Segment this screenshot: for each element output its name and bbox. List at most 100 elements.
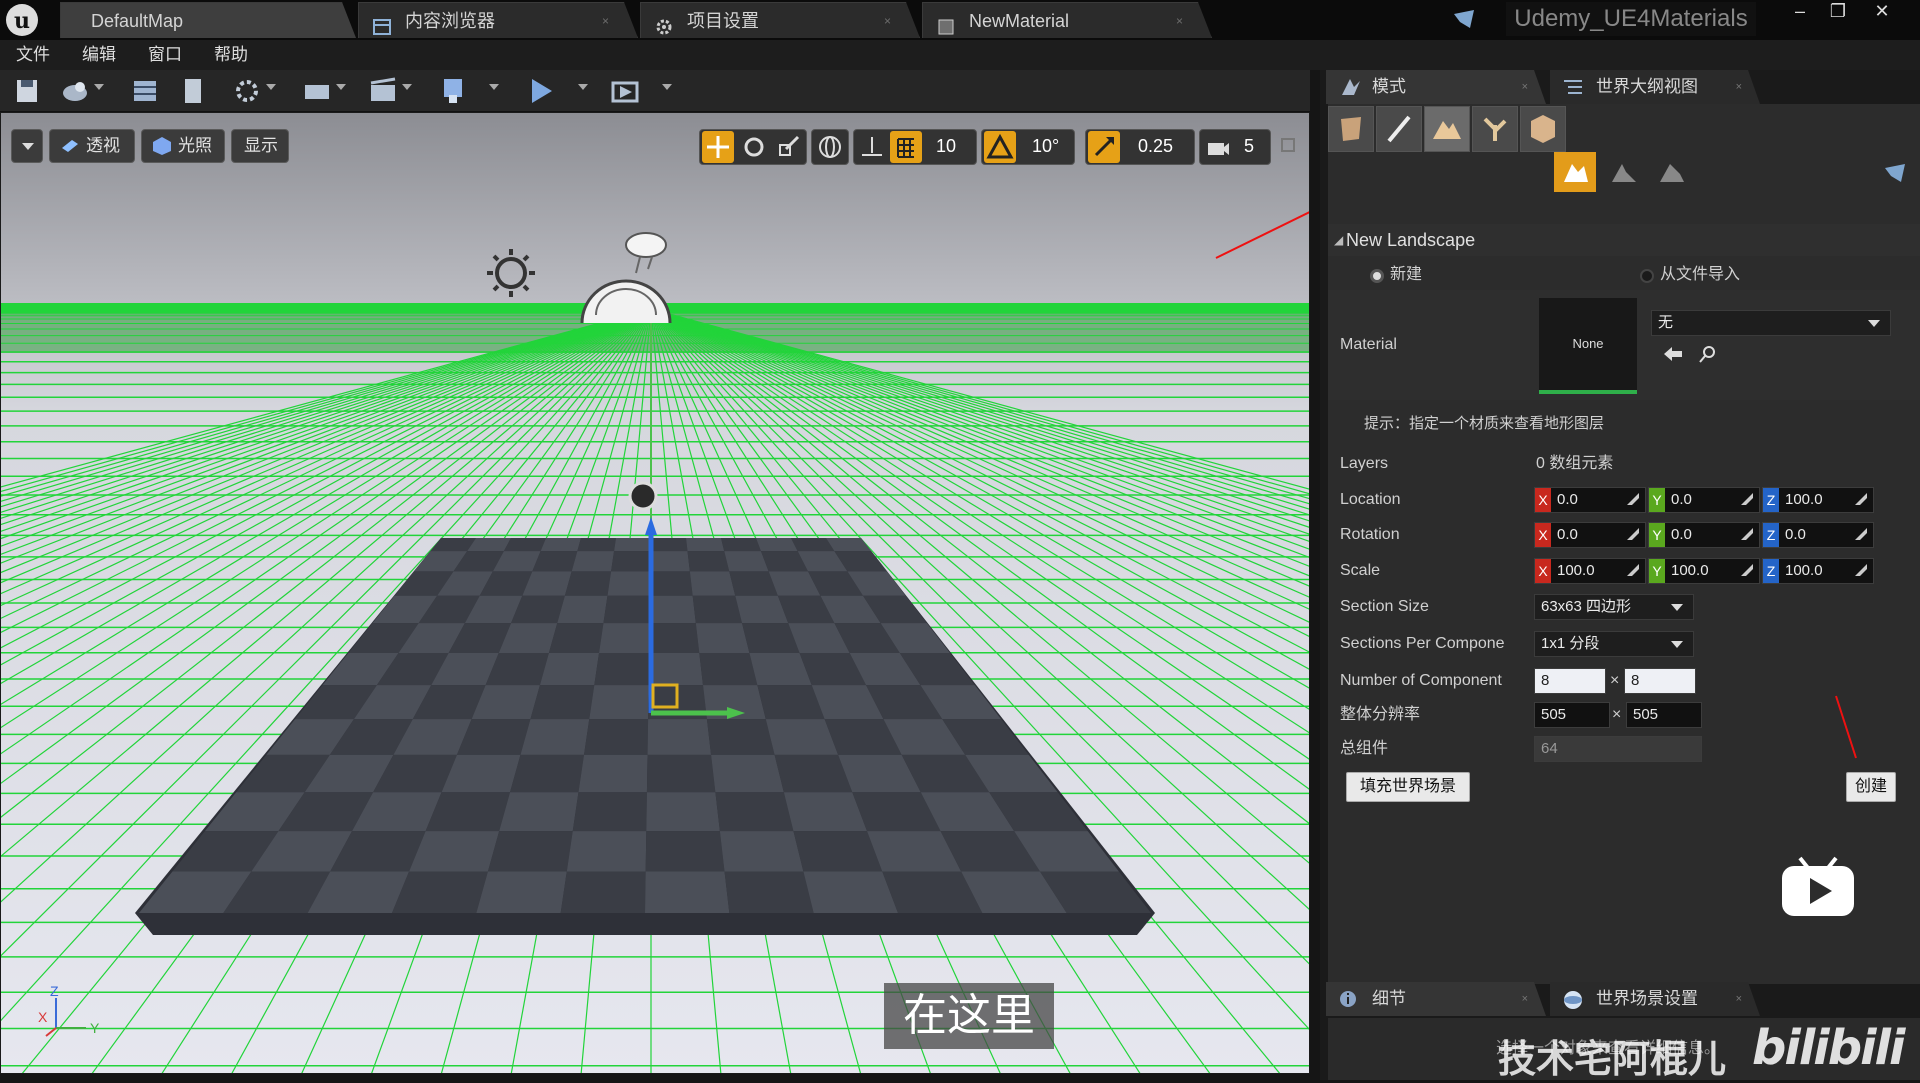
close-icon[interactable]: × bbox=[1522, 982, 1528, 1016]
scale-y-field[interactable]: Y 100.0 bbox=[1648, 558, 1760, 584]
geometry-mode-button[interactable] bbox=[1520, 106, 1566, 152]
transform-tools bbox=[699, 129, 807, 165]
maximize-button[interactable]: ❐ bbox=[1820, 0, 1856, 24]
close-icon[interactable]: × bbox=[1736, 982, 1742, 1016]
manage-tool-button[interactable] bbox=[1554, 152, 1596, 192]
scale-x-field[interactable]: X 100.0 bbox=[1534, 558, 1646, 584]
menu-file[interactable]: 文件 bbox=[16, 40, 50, 70]
chevron-down-icon[interactable] bbox=[336, 84, 346, 90]
scale-label: Scale bbox=[1340, 562, 1381, 579]
tab-newmaterial[interactable]: NewMaterial × bbox=[922, 2, 1212, 38]
sections-per-component-combo[interactable]: 1x1 分段 bbox=[1534, 631, 1694, 657]
play-icon[interactable] bbox=[524, 75, 558, 107]
tab-world-settings[interactable]: 世界场景设置 × bbox=[1550, 982, 1760, 1016]
material-thumbnail[interactable]: None bbox=[1539, 298, 1637, 394]
options-icon[interactable] bbox=[1883, 162, 1907, 184]
menu-help[interactable]: 帮助 bbox=[214, 40, 248, 70]
grid-snap-value[interactable]: 10 bbox=[936, 130, 956, 164]
foliage-mode-button[interactable] bbox=[1472, 106, 1518, 152]
cinematics-icon[interactable] bbox=[366, 75, 400, 107]
create-button[interactable]: 创建 bbox=[1846, 772, 1896, 802]
x-axis-tag: X bbox=[1535, 488, 1551, 512]
camera-speed-group[interactable]: 5 bbox=[1199, 129, 1271, 165]
resolution-x-field[interactable]: 505 bbox=[1534, 702, 1610, 728]
close-icon[interactable]: × bbox=[884, 3, 891, 39]
material-combo[interactable]: 无 bbox=[1651, 310, 1891, 336]
chevron-down-icon[interactable] bbox=[578, 84, 588, 90]
location-x-field[interactable]: X 0.0 bbox=[1534, 487, 1646, 513]
save-icon[interactable] bbox=[10, 75, 44, 107]
scale-snap-icon[interactable] bbox=[1088, 131, 1120, 163]
rotation-x-field[interactable]: X 0.0 bbox=[1534, 522, 1646, 548]
surface-snap-icon[interactable] bbox=[856, 131, 888, 163]
tab-defaultmap[interactable]: DefaultMap bbox=[60, 2, 356, 38]
close-icon[interactable]: × bbox=[1176, 3, 1183, 39]
sculpt-tool-button[interactable] bbox=[1602, 152, 1644, 192]
settings-icon[interactable] bbox=[230, 75, 264, 107]
grid-snap-icon[interactable] bbox=[890, 131, 922, 163]
source-control-icon[interactable] bbox=[58, 75, 92, 107]
location-y-field[interactable]: Y 0.0 bbox=[1648, 487, 1760, 513]
place-mode-button[interactable] bbox=[1328, 106, 1374, 152]
rotation-y-field[interactable]: Y 0.0 bbox=[1648, 522, 1760, 548]
chevron-down-icon[interactable] bbox=[266, 84, 276, 90]
rotation-z-field[interactable]: Z 0.0 bbox=[1762, 522, 1874, 548]
components-x-field[interactable]: 8 bbox=[1534, 668, 1606, 694]
close-icon[interactable]: × bbox=[1736, 70, 1742, 104]
svg-text:u: u bbox=[14, 8, 30, 34]
maximize-viewport-icon[interactable] bbox=[1281, 138, 1295, 152]
components-y-field[interactable]: 8 bbox=[1624, 668, 1696, 694]
blueprints-icon[interactable] bbox=[300, 75, 334, 107]
menu-window[interactable]: 窗口 bbox=[148, 40, 182, 70]
world-local-toggle[interactable] bbox=[811, 129, 849, 165]
rotation-snap-icon[interactable] bbox=[984, 131, 1016, 163]
section-size-combo[interactable]: 63x63 四边形 bbox=[1534, 594, 1694, 620]
tab-content-browser[interactable]: 内容浏览器 × bbox=[358, 2, 638, 38]
lit-button[interactable]: 光照 bbox=[141, 129, 225, 163]
level-viewport[interactable]: Z Y X 透视 光照 显示 10 10° 0.25 5 在这里 bbox=[0, 112, 1310, 1074]
browse-search-icon[interactable] bbox=[1698, 344, 1718, 364]
details-icon bbox=[1338, 989, 1358, 1009]
scale-icon[interactable] bbox=[772, 131, 804, 163]
fill-world-button[interactable]: 填充世界场景 bbox=[1346, 772, 1470, 802]
build-icon[interactable] bbox=[436, 75, 470, 107]
material-thumbnail-text: None bbox=[1572, 336, 1604, 351]
marketplace-icon[interactable] bbox=[176, 75, 210, 107]
unreal-logo-icon[interactable]: u bbox=[4, 2, 40, 38]
resolution-y-field[interactable]: 505 bbox=[1626, 702, 1702, 728]
scale-snap-value[interactable]: 0.25 bbox=[1138, 130, 1173, 164]
radio-new[interactable] bbox=[1370, 269, 1384, 283]
use-selected-arrow-icon[interactable] bbox=[1662, 344, 1684, 364]
minimize-button[interactable]: ‒ bbox=[1782, 0, 1818, 24]
rotation-snap-value[interactable]: 10° bbox=[1032, 130, 1059, 164]
tab-details[interactable]: 细节 × bbox=[1326, 982, 1546, 1016]
translate-icon[interactable] bbox=[702, 131, 734, 163]
paint-tool-button[interactable] bbox=[1650, 152, 1692, 192]
components-x-value: 8 bbox=[1541, 672, 1550, 689]
tab-modes[interactable]: 模式 × bbox=[1326, 70, 1546, 104]
content-icon[interactable] bbox=[128, 75, 162, 107]
chevron-down-icon[interactable] bbox=[489, 84, 499, 90]
viewport-options-button[interactable] bbox=[11, 129, 43, 163]
paint-mode-button[interactable] bbox=[1376, 106, 1422, 152]
show-button[interactable]: 显示 bbox=[231, 129, 289, 163]
radio-import[interactable] bbox=[1640, 269, 1654, 283]
close-window-button[interactable]: ✕ bbox=[1864, 0, 1900, 24]
location-y-value: 0.0 bbox=[1671, 491, 1692, 508]
chevron-down-icon[interactable] bbox=[94, 84, 104, 90]
close-icon[interactable]: × bbox=[1522, 70, 1528, 104]
section-header[interactable]: ◢ New Landscape bbox=[1328, 224, 1920, 256]
perspective-button[interactable]: 透视 bbox=[49, 129, 135, 163]
location-z-field[interactable]: Z 100.0 bbox=[1762, 487, 1874, 513]
rotate-icon[interactable] bbox=[738, 131, 770, 163]
landscape-mode-button[interactable] bbox=[1424, 106, 1470, 152]
menu-edit[interactable]: 编辑 bbox=[82, 40, 116, 70]
scale-z-field[interactable]: Z 100.0 bbox=[1762, 558, 1874, 584]
close-icon[interactable]: × bbox=[602, 3, 609, 39]
chevron-down-icon[interactable] bbox=[402, 84, 412, 90]
resolution-y-value: 505 bbox=[1633, 706, 1659, 723]
tab-world-outliner[interactable]: 世界大纲视图 × bbox=[1550, 70, 1760, 104]
tab-project-settings[interactable]: 项目设置 × bbox=[640, 2, 920, 38]
chevron-down-icon[interactable] bbox=[662, 84, 672, 90]
launch-icon[interactable] bbox=[608, 75, 642, 107]
